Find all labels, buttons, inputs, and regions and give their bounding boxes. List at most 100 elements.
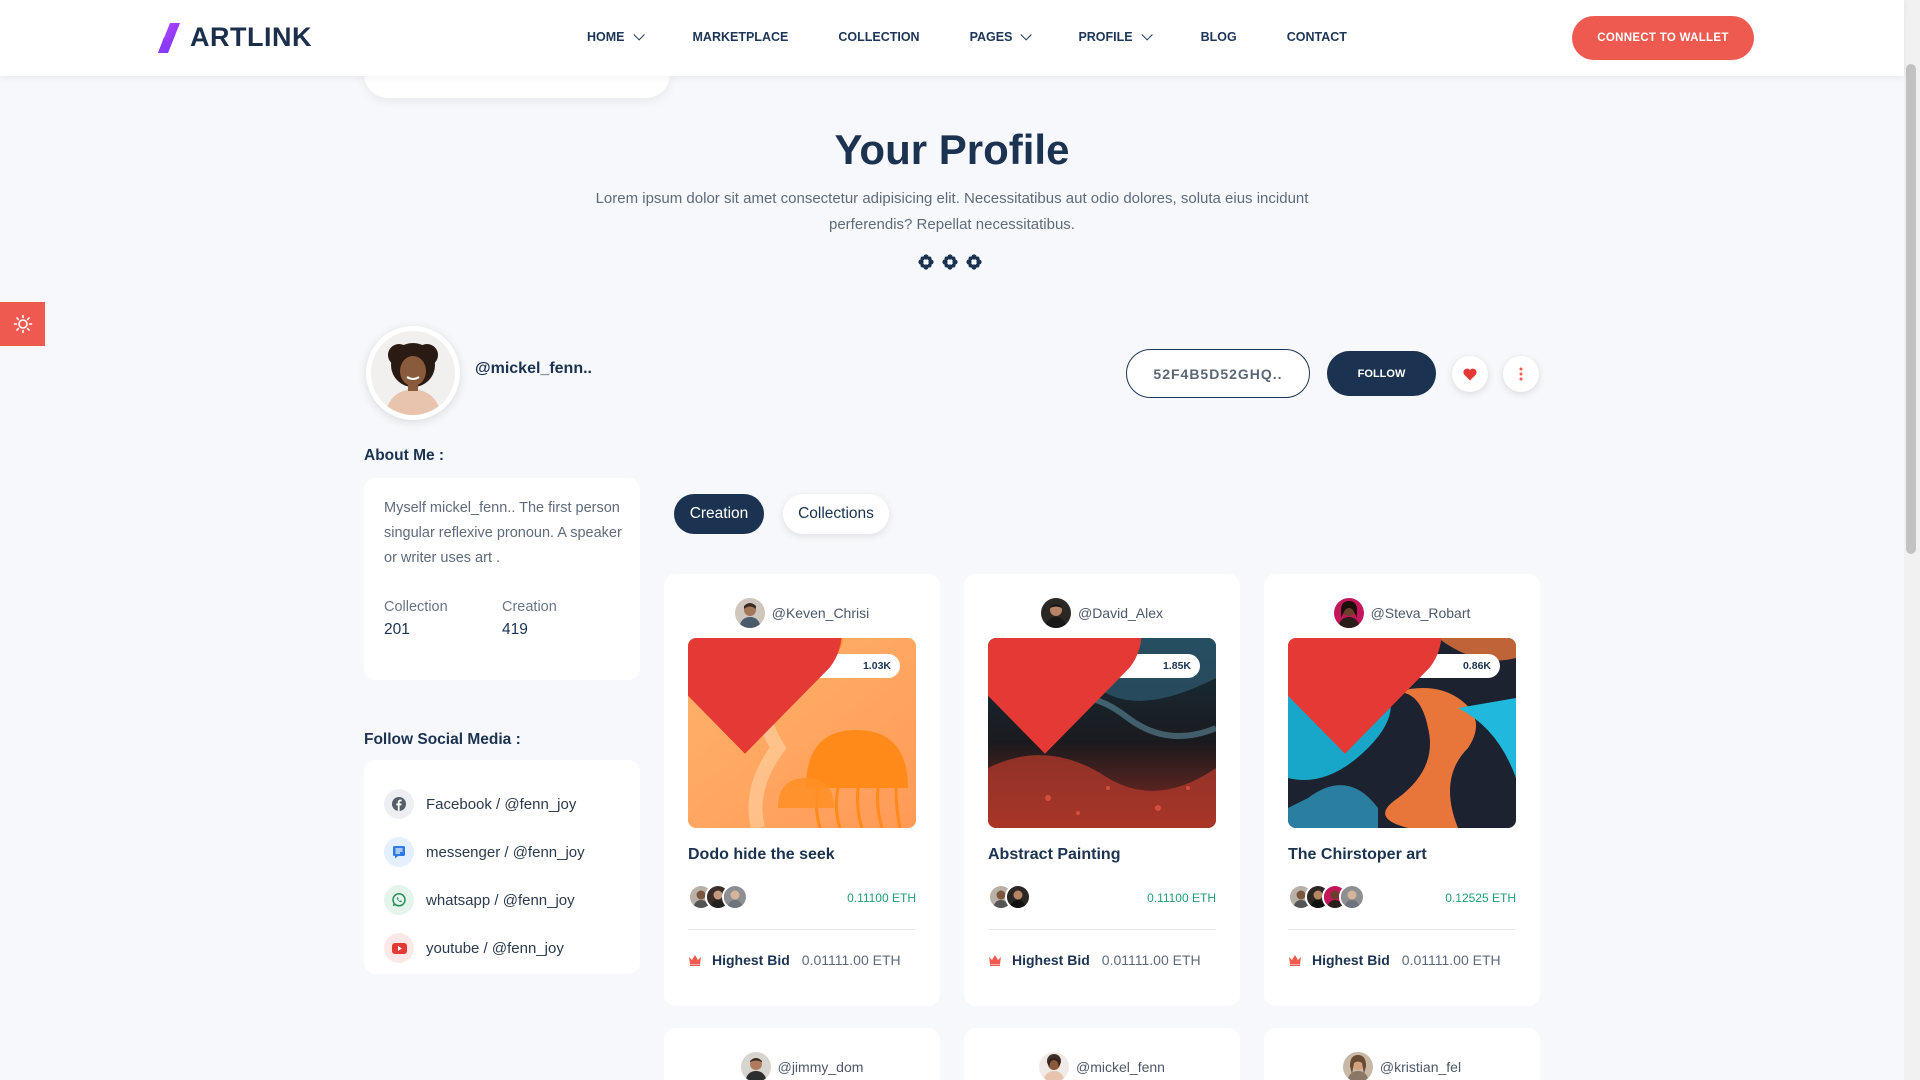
author-name: @kristian_fel (1379, 1059, 1462, 1075)
nav-contact-label: CONTACT (1286, 30, 1347, 44)
highest-bid-label: Highest Bid (712, 952, 790, 968)
artlink-logo-icon (158, 22, 180, 53)
social-label: Facebook / @fenn_joy (426, 795, 577, 813)
flower-icon (918, 254, 934, 270)
card-author[interactable]: @Steva_Robart (1264, 598, 1540, 628)
nav-profile-label: PROFILE (1078, 30, 1133, 44)
author-name: @Keven_Chrisi (771, 605, 870, 621)
card-author[interactable]: @David_Alex (964, 598, 1240, 628)
nav-profile[interactable]: PROFILE (1078, 29, 1153, 44)
site-header: ARTLINK HOME MARKETPLACE COLLECTION PAGE… (0, 0, 1904, 76)
nft-card[interactable]: @David_Alex 1.85K Abstract Painting 0.11… (964, 574, 1240, 1006)
nav-pages[interactable]: PAGES (969, 29, 1033, 44)
profile-stats: Collection 201 Creation 419 (384, 599, 620, 639)
nft-title[interactable]: Dodo hide the seek (688, 846, 835, 864)
wallet-id-copy[interactable]: 52F4B5D52GHQ.. (1126, 349, 1310, 398)
nft-price: 0.11100 ETH (847, 891, 916, 905)
flower-icon (966, 254, 982, 270)
author-avatar (1039, 1052, 1070, 1080)
social-facebook[interactable]: Facebook / @fenn_joy (384, 780, 620, 828)
author-avatar (740, 1052, 771, 1080)
stat-creation: Creation 419 (502, 599, 620, 639)
social-youtube[interactable]: youtube / @fenn_joy (384, 924, 620, 972)
nav-marketplace[interactable]: MARKETPLACE (693, 30, 789, 44)
bidder-avatar[interactable] (722, 884, 748, 910)
nav-marketplace-label: MARKETPLACE (692, 30, 789, 44)
stat-value: 419 (502, 621, 528, 638)
nft-card[interactable]: @mickel_fenn (964, 1028, 1240, 1080)
social-messenger[interactable]: messenger / @fenn_joy (384, 828, 620, 876)
highest-bid: Highest Bid 0.01111.00 ETH (688, 952, 901, 968)
connect-wallet-button[interactable]: CONNECT TO WALLET (1572, 16, 1754, 60)
nft-card[interactable]: @Steva_Robart 0.86K The Chirstoper art 0… (1264, 574, 1540, 1006)
like-count: 1.85K (1162, 660, 1191, 672)
heart-icon (688, 638, 842, 754)
social-whatsapp[interactable]: whatsapp / @fenn_joy (384, 876, 620, 924)
card-author[interactable]: @jimmy_dom (664, 1052, 940, 1080)
nav-blog[interactable]: BLOG (1201, 30, 1237, 44)
more-options-button[interactable] (1503, 356, 1539, 392)
highest-bid-value: 0.01111.00 ETH (801, 952, 901, 968)
highest-bid-value: 0.01111.00 ETH (1401, 952, 1501, 968)
nav-pages-label: PAGES (969, 30, 1013, 44)
author-avatar (734, 598, 765, 628)
card-author[interactable]: @kristian_fel (1264, 1052, 1540, 1080)
chevron-down-icon (1141, 29, 1153, 41)
scrollbar-thumb[interactable] (1906, 64, 1916, 554)
profile-username: @mickel_fenn.. (475, 360, 592, 377)
chevron-down-icon (632, 29, 645, 41)
nav-home[interactable]: HOME (587, 29, 645, 44)
tab-creation[interactable]: Creation (674, 494, 764, 534)
card-author[interactable]: @Keven_Chrisi (664, 598, 940, 628)
highest-bid-label: Highest Bid (1312, 952, 1390, 968)
like-badge[interactable]: 1.85K (988, 638, 1200, 754)
brand-name: ARTLINK (190, 22, 312, 52)
about-heading: About Me : (364, 447, 445, 464)
page-description: Lorem ipsum dolor sit amet consectetur a… (595, 190, 1309, 233)
tab-collections[interactable]: Collections (783, 494, 889, 534)
follow-button[interactable]: FOLLOW (1327, 351, 1436, 396)
like-badge[interactable]: 0.86K (1288, 638, 1500, 754)
nft-title[interactable]: Abstract Painting (988, 846, 1120, 864)
nav-blog-label: BLOG (1200, 30, 1237, 44)
like-profile-button[interactable] (1452, 356, 1488, 392)
profile-avatar[interactable] (366, 326, 460, 420)
stat-label: Collection (384, 599, 448, 615)
nft-card[interactable]: @Keven_Chrisi 1.03K Dodo hide the seek 0… (664, 574, 940, 1006)
like-count: 0.86K (1462, 660, 1491, 672)
author-avatar (1040, 598, 1071, 628)
bidder-avatar[interactable] (1339, 884, 1365, 910)
brand-logo[interactable]: ARTLINK (156, 22, 312, 53)
nft-image[interactable]: 1.85K (988, 638, 1216, 828)
divider (688, 929, 916, 930)
author-name: @Steva_Robart (1370, 605, 1471, 621)
more-vertical-icon (1519, 367, 1523, 381)
card-author[interactable]: @mickel_fenn (964, 1052, 1240, 1080)
author-name: @David_Alex (1077, 605, 1164, 621)
sun-icon (13, 314, 32, 334)
nav-collection[interactable]: COLLECTION (838, 30, 919, 44)
nav-contact[interactable]: CONTACT (1287, 30, 1347, 44)
theme-toggle-button[interactable] (0, 302, 45, 346)
title-decoration (918, 254, 982, 270)
heart-icon (988, 638, 1142, 754)
bidder-avatar[interactable] (1005, 884, 1031, 910)
nft-image[interactable]: 1.03K (688, 638, 916, 828)
nft-card[interactable]: @kristian_fel (1264, 1028, 1540, 1080)
profile-photo (371, 331, 455, 415)
divider (1288, 929, 1516, 930)
bidder-avatars (988, 884, 1031, 910)
facebook-icon (384, 789, 414, 819)
nft-card[interactable]: @jimmy_dom (664, 1028, 940, 1080)
author-avatar (1333, 598, 1364, 628)
stat-value: 201 (384, 621, 410, 638)
about-card: Myself mickel_fenn.. The first person si… (364, 478, 640, 680)
author-avatar (1342, 1052, 1373, 1080)
heart-icon (1463, 368, 1477, 380)
bidder-avatars (688, 884, 748, 910)
like-badge[interactable]: 1.03K (688, 638, 900, 754)
nft-image[interactable]: 0.86K (1288, 638, 1516, 828)
social-label: messenger / @fenn_joy (426, 843, 585, 861)
whatsapp-icon (384, 885, 414, 915)
nft-title[interactable]: The Chirstoper art (1288, 846, 1427, 864)
